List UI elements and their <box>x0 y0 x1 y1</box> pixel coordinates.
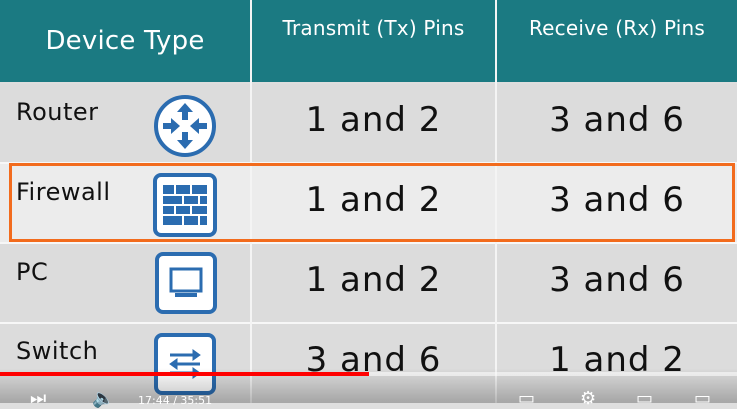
next-icon[interactable]: ⏭ <box>30 388 46 409</box>
volume-icon[interactable]: 🔈 <box>92 388 114 409</box>
rx-pins: 3 and 6 <box>549 260 685 300</box>
tx-pins: 1 and 2 <box>305 180 442 220</box>
device-name: Firewall <box>16 178 111 206</box>
time-display: 17:44 / 35:51 <box>138 394 213 407</box>
settings-icon[interactable]: ⚙ <box>580 388 596 409</box>
miniplayer-icon[interactable]: ▭ <box>636 388 653 409</box>
header-receive-pins: Receive (Rx) Pins <box>528 16 706 40</box>
fullscreen-icon[interactable]: ▭ <box>694 388 711 409</box>
pc-icon <box>155 252 217 314</box>
header-transmit-pins: Transmit (Tx) Pins <box>282 16 465 40</box>
tx-pins: 1 and 2 <box>305 260 442 300</box>
rx-pins: 3 and 6 <box>549 180 685 220</box>
rx-pins: 3 and 6 <box>549 100 685 140</box>
device-name: Switch <box>16 337 99 365</box>
device-name: Router <box>16 98 99 126</box>
column-divider <box>495 0 497 403</box>
firewall-icon <box>153 173 217 237</box>
tx-pins: 1 and 2 <box>305 100 442 140</box>
router-icon <box>154 95 216 157</box>
device-name: PC <box>16 258 49 286</box>
autoplay-toggle-icon[interactable]: ▭ <box>518 388 535 409</box>
progress-fill <box>0 372 369 376</box>
header-device-type: Device Type <box>45 26 205 56</box>
column-divider <box>250 0 252 403</box>
